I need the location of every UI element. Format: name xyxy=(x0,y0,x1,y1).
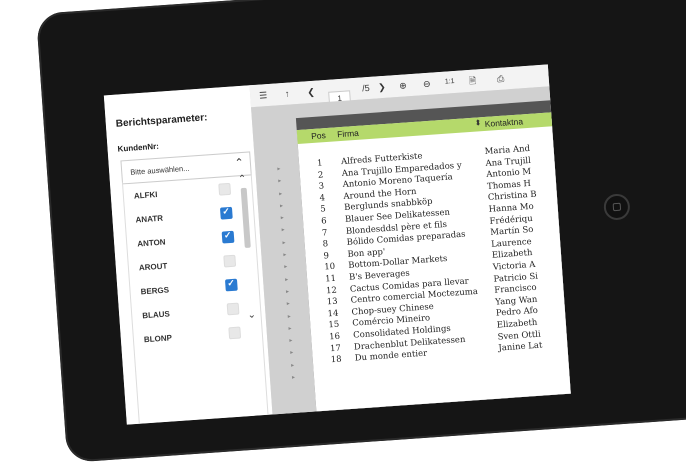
row-number: 7 xyxy=(321,227,328,239)
row-number: 8 xyxy=(322,239,329,250)
zoom-out-icon[interactable]: ⊖ xyxy=(419,76,434,91)
list-item-label: ALFKI xyxy=(133,189,158,201)
row-number: 6 xyxy=(320,216,327,227)
row-number: 1 xyxy=(316,158,323,169)
list-item-label: ANTON xyxy=(136,237,166,249)
report-rows: 1 Alfreds Futterkiste Maria And 2 Ana Trujil… xyxy=(299,142,571,368)
chevron-up-icon[interactable]: ⌃ xyxy=(234,156,244,170)
row-number: 9 xyxy=(323,250,330,262)
list-item-label: BLONP xyxy=(143,333,173,345)
row-number: 15 xyxy=(328,319,340,331)
row-firma: Bon app' xyxy=(347,246,386,260)
list-item-label: BLAUS xyxy=(141,309,171,321)
chevron-up-icon[interactable]: ⌃ xyxy=(238,174,247,186)
kundennr-list: ALFKI ANATR ANTON AROUT BERGS xyxy=(121,173,270,425)
row-kontakt: Janine Lat xyxy=(498,340,543,354)
row-number: 12 xyxy=(325,285,338,296)
row-number: 13 xyxy=(326,296,338,308)
row-number: 2 xyxy=(317,169,324,181)
row-kontakt: Elizabeth xyxy=(496,317,538,331)
print-icon[interactable]: ⎙ xyxy=(493,71,508,86)
report-sheet: Pos Firma ⬍ Kontaktna 1 Alfreds Futterkis… xyxy=(295,99,571,425)
row-number: 4 xyxy=(319,193,326,204)
list-item-label: AROUT xyxy=(138,261,168,273)
checkbox[interactable] xyxy=(228,326,242,340)
export-icon[interactable]: 🗎 xyxy=(465,73,480,88)
group-markers: ▸ ▸ ▸ ▸ ▸ ▸ ▸ ▸ ▸ ▸ ▸ ▸ ▸ ▸ ▸ ▸ ▸ ▸ xyxy=(277,166,296,382)
checkbox[interactable] xyxy=(221,230,235,244)
zoom-reset-button[interactable]: 1:1 xyxy=(441,75,458,90)
row-number: 11 xyxy=(324,273,337,285)
scrollbar-thumb[interactable] xyxy=(240,187,251,249)
col-firma-header: Firma xyxy=(336,127,360,140)
report-page: Pos Firma ⬍ Kontaktna 1 Alfreds Futterkis… xyxy=(296,111,571,425)
list-item-label: BERGS xyxy=(140,285,170,297)
report-viewer-screen: Berichtsparameter: KundenNr: Bitte auswä… xyxy=(103,64,571,425)
tablet-device: Berichtsparameter: KundenNr: Bitte auswä… xyxy=(36,0,686,463)
sort-icon[interactable]: ⬍ xyxy=(474,118,481,127)
row-number: 16 xyxy=(328,331,341,343)
kundennr-label: KundenNr: xyxy=(117,141,160,154)
report-header: Pos Firma ⬍ Kontaktna xyxy=(296,111,558,145)
row-number: 17 xyxy=(329,343,342,354)
row-kontakt: Laurence xyxy=(490,236,532,250)
row-kontakt: Elizabeth xyxy=(491,248,533,262)
row-number: 3 xyxy=(318,181,325,192)
menu-icon[interactable]: ☰ xyxy=(256,88,271,103)
checkbox[interactable] xyxy=(226,302,240,316)
next-page-icon[interactable]: ❯ xyxy=(375,80,388,95)
home-button[interactable] xyxy=(602,193,631,221)
parameter-panel-title: Berichtsparameter: xyxy=(115,112,208,130)
chevron-down-icon[interactable]: ⌄ xyxy=(247,309,262,407)
checkbox[interactable] xyxy=(218,182,232,196)
col-pos-header: Pos xyxy=(310,130,327,142)
row-number: 18 xyxy=(330,354,343,366)
prev-page-icon[interactable]: ❮ xyxy=(304,85,319,100)
checkbox[interactable] xyxy=(223,254,237,268)
first-page-icon[interactable]: ↑ xyxy=(280,86,295,101)
row-number: 5 xyxy=(320,204,327,216)
row-number: 10 xyxy=(324,262,336,273)
zoom-in-icon[interactable]: ⊕ xyxy=(395,78,410,93)
checkbox[interactable] xyxy=(224,278,238,292)
page-total: /5 xyxy=(361,82,371,94)
list-item-label: ANATR xyxy=(135,213,164,225)
select-placeholder: Bitte auswählen... xyxy=(129,163,190,177)
checkbox[interactable] xyxy=(219,206,233,220)
parameter-panel: Berichtsparameter: KundenNr: Bitte auswä… xyxy=(103,85,274,425)
row-number: 14 xyxy=(327,308,339,320)
col-kontakt-header: Kontaktna xyxy=(484,116,524,129)
report-area: ▸ ▸ ▸ ▸ ▸ ▸ ▸ ▸ ▸ ▸ ▸ ▸ ▸ ▸ ▸ ▸ ▸ ▸ Pos Firma ⬍ Kontaktna… xyxy=(251,86,571,425)
